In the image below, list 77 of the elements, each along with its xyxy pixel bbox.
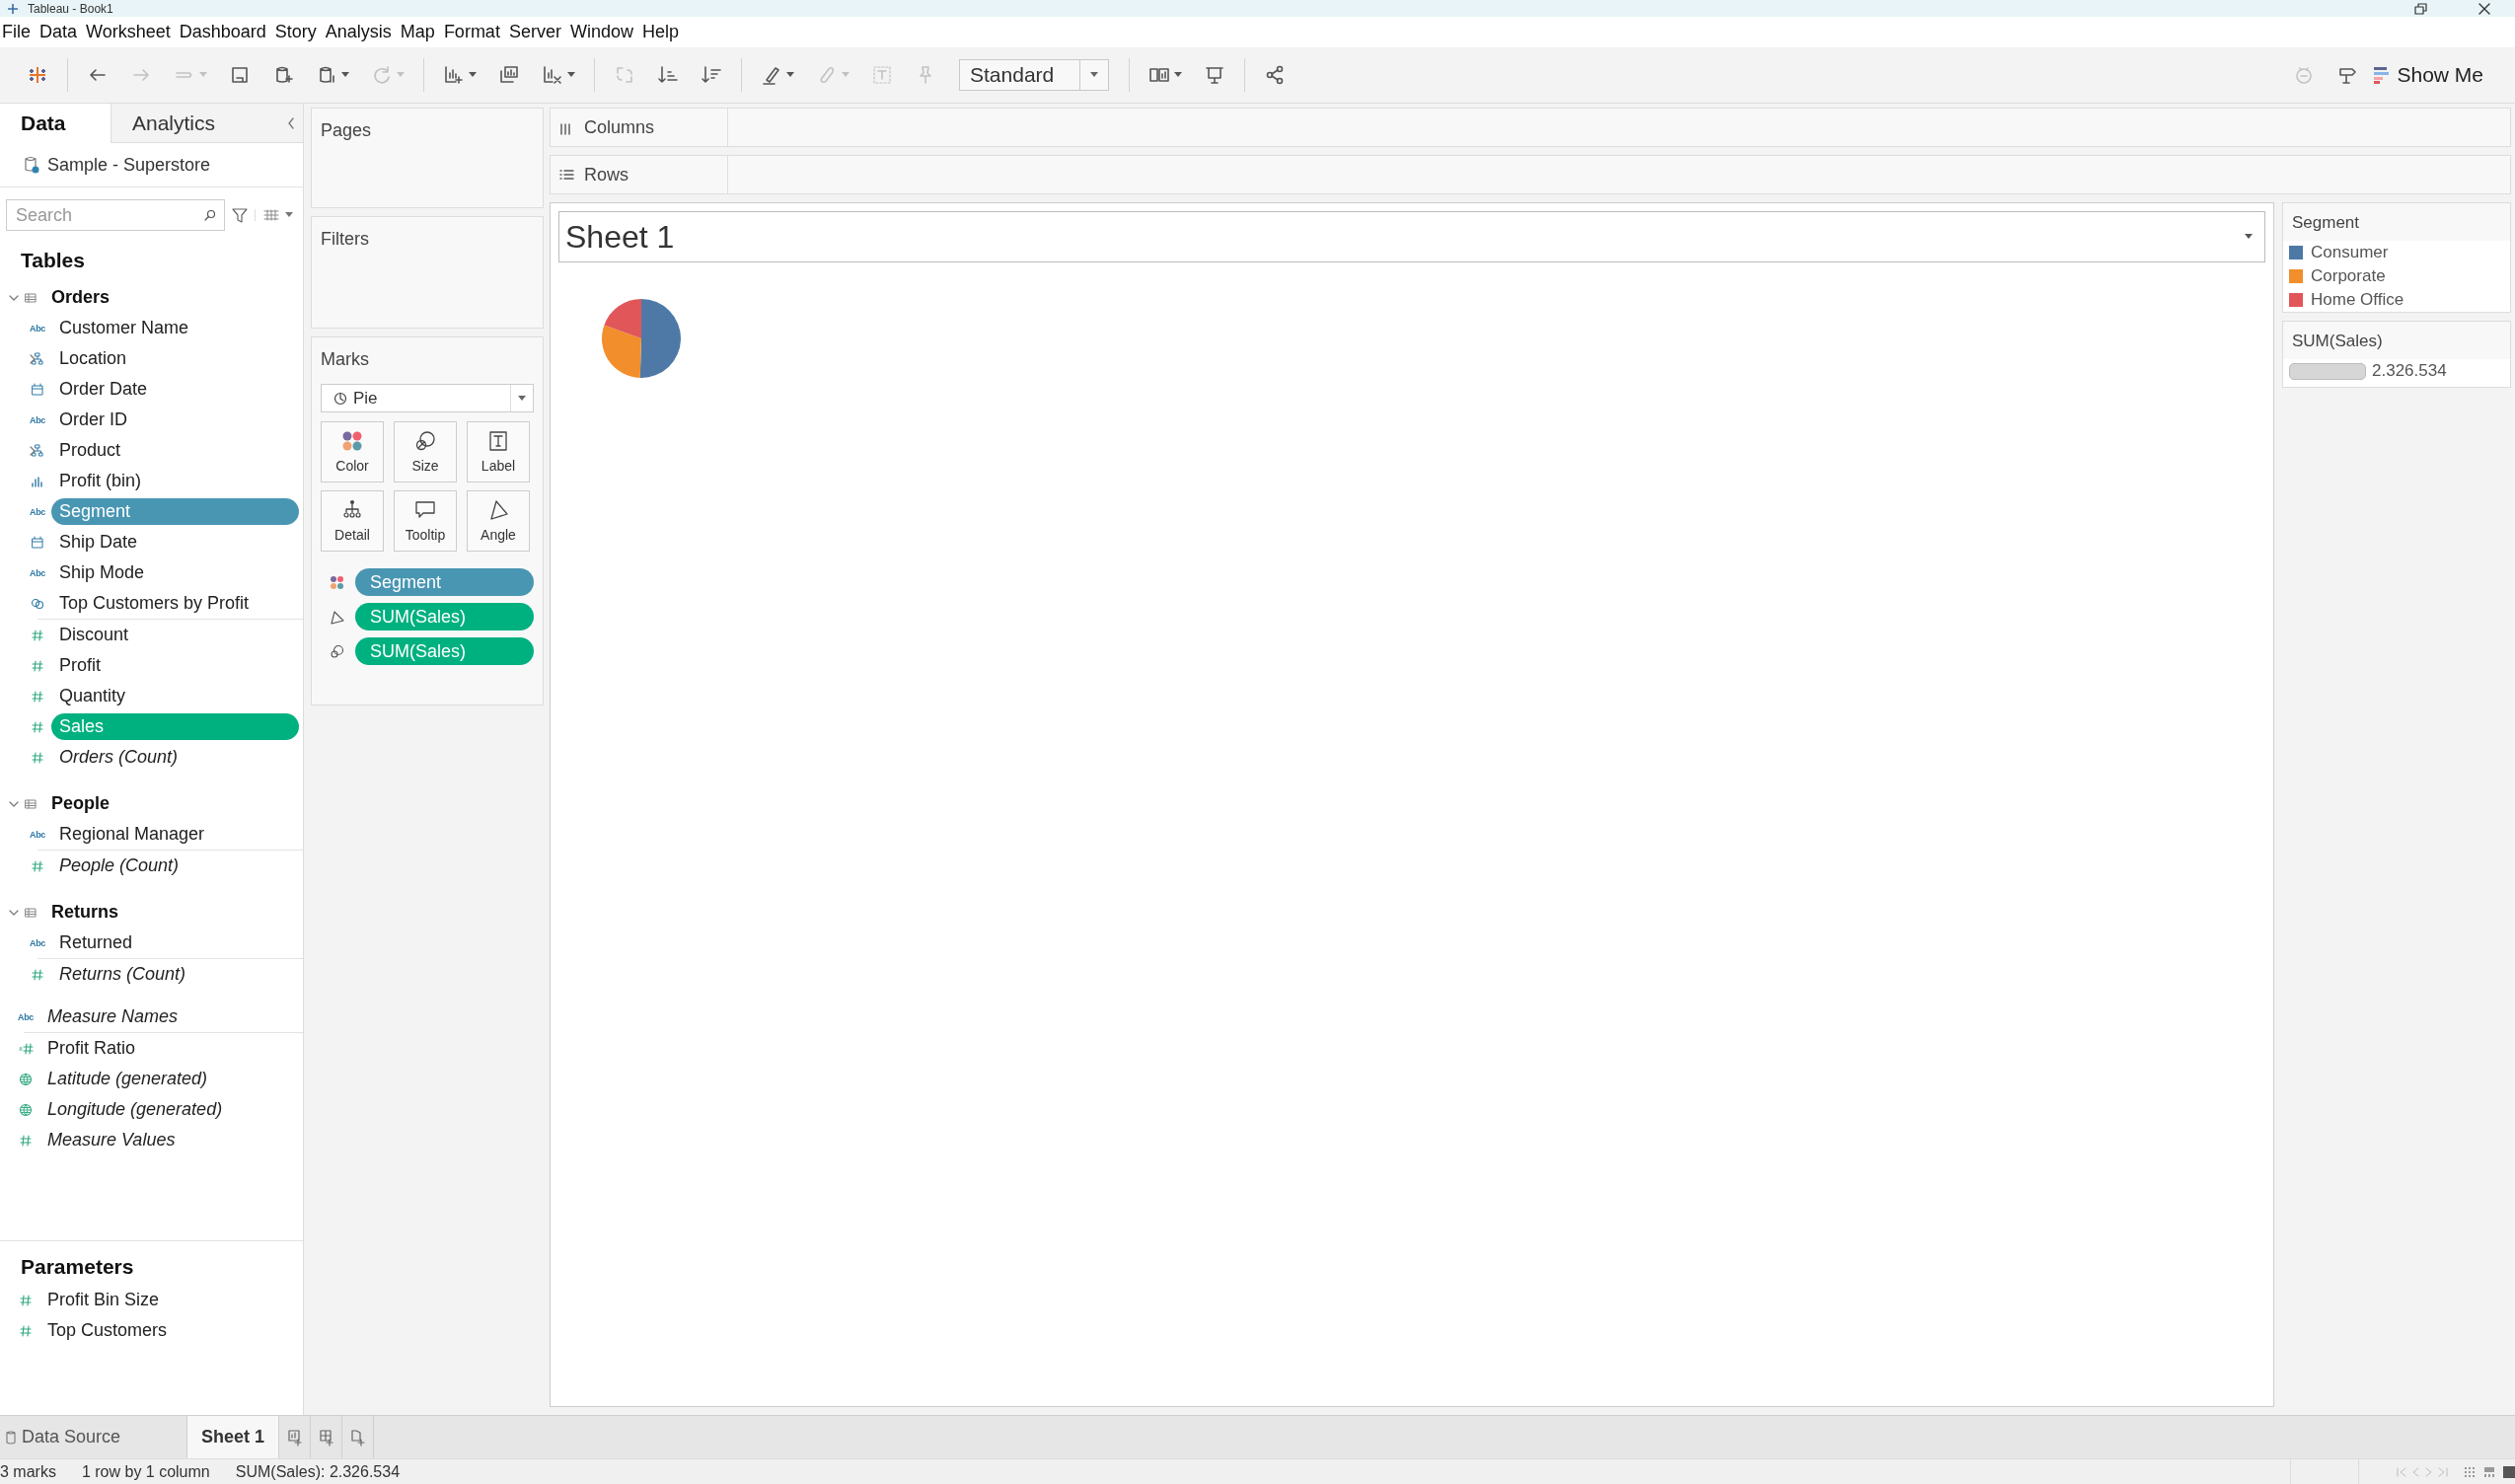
data-field[interactable]: Latitude (generated) xyxy=(39,1066,216,1092)
menu-item[interactable]: File xyxy=(0,22,37,42)
search-field[interactable]: Search xyxy=(6,199,225,231)
data-field[interactable]: Regional Manager xyxy=(51,821,213,848)
sheet-title: Sheet 1 xyxy=(565,218,675,256)
type-label: Abc xyxy=(29,414,46,425)
data-field[interactable]: Discount xyxy=(51,622,137,648)
legend-label[interactable]: Corporate xyxy=(2311,266,2386,286)
sheet-tab[interactable]: Sheet 1 xyxy=(187,1416,280,1458)
mark-property-button[interactable]: Label xyxy=(467,421,530,482)
shelf-label: Columns xyxy=(584,116,655,138)
data-field[interactable]: Profit Ratio xyxy=(39,1035,144,1062)
data-field[interactable]: Quantity xyxy=(51,683,134,709)
table-name[interactable]: People xyxy=(51,793,111,814)
parameter-field[interactable]: Profit Bin Size xyxy=(39,1287,168,1313)
mark-property-button[interactable]: Color xyxy=(321,421,384,482)
data-field[interactable]: Measure Values xyxy=(39,1127,184,1153)
mark-type-dropdown[interactable]: Pie xyxy=(321,384,534,412)
type-label: Abc xyxy=(29,567,46,578)
data-field[interactable]: Profit (bin) xyxy=(51,468,150,494)
type-label: Abc xyxy=(29,506,46,517)
pane-tab[interactable]: Analytics xyxy=(111,104,287,143)
fit-dropdown[interactable]: Standard xyxy=(959,59,1109,91)
data-field[interactable]: Profit xyxy=(51,652,109,679)
data-field[interactable]: Ship Mode xyxy=(51,559,153,586)
mark-property-button[interactable]: Angle xyxy=(467,490,530,552)
window-title: Tableau - Book1 xyxy=(28,1,113,16)
card-title: Marks xyxy=(320,348,370,370)
legend-label[interactable]: Consumer xyxy=(2311,243,2389,262)
table-name[interactable]: Returns xyxy=(51,902,118,923)
data-field[interactable]: Longitude (generated) xyxy=(39,1096,231,1123)
menu-item[interactable]: Story xyxy=(271,22,323,42)
section-heading: Tables xyxy=(20,248,86,273)
data-field[interactable]: Order Date xyxy=(51,376,156,403)
legend-title: Segment xyxy=(2283,203,2510,241)
type-label: Abc xyxy=(29,829,46,840)
show-me-button[interactable]: Show Me xyxy=(2369,63,2487,87)
menu-item[interactable]: Map xyxy=(397,22,441,42)
table-name[interactable]: Orders xyxy=(51,287,111,308)
data-field[interactable]: Orders (Count) xyxy=(51,744,186,771)
menu-item[interactable]: Analysis xyxy=(322,22,398,42)
datasource-name[interactable]: Sample - Superstore xyxy=(47,154,211,176)
data-field[interactable]: Order ID xyxy=(51,407,135,433)
mark-property-button[interactable]: Detail xyxy=(321,490,384,552)
type-label: Abc xyxy=(29,937,46,948)
data-field[interactable]: Measure Names xyxy=(39,1003,186,1030)
card-title: Pages xyxy=(320,119,373,141)
menu-item[interactable]: Dashboard xyxy=(176,22,272,42)
data-field[interactable]: Returned xyxy=(51,929,141,956)
parameter-field[interactable]: Top Customers xyxy=(39,1317,176,1344)
mark-property-button[interactable]: Size xyxy=(394,421,457,482)
data-field[interactable]: Customer Name xyxy=(51,315,197,341)
data-field[interactable]: Product xyxy=(51,437,129,464)
menu-item[interactable]: Format xyxy=(440,22,506,42)
menu-item[interactable]: Data xyxy=(37,22,84,42)
status-text: 1 row by 1 column xyxy=(81,1462,210,1481)
card-title: Filters xyxy=(320,228,370,250)
legend-label[interactable]: Home Office xyxy=(2311,290,2404,310)
data-field[interactable]: Location xyxy=(51,345,135,372)
legend-value: 2.326.534 xyxy=(2372,361,2447,381)
shelf-label: Rows xyxy=(584,164,629,186)
menu-item[interactable]: Help xyxy=(638,22,685,42)
type-label: Abc xyxy=(29,323,46,334)
type-label: Abc xyxy=(17,1011,35,1022)
status-text: SUM(Sales): 2.326.534 xyxy=(235,1462,401,1481)
pane-tab[interactable]: Data xyxy=(0,104,111,143)
menu-item[interactable]: Window xyxy=(566,22,639,42)
mark-property-button[interactable]: Tooltip xyxy=(394,490,457,552)
legend-title: SUM(Sales) xyxy=(2283,322,2510,359)
data-field[interactable]: Ship Date xyxy=(51,529,146,556)
data-field[interactable]: Top Customers by Profit xyxy=(51,590,258,617)
data-field[interactable]: Returns (Count) xyxy=(51,961,194,988)
status-text: 3 marks xyxy=(0,1462,56,1481)
section-heading: Parameters xyxy=(20,1254,135,1280)
data-field[interactable]: People (Count) xyxy=(51,853,187,879)
menu-item[interactable]: Server xyxy=(505,22,567,42)
menu-item[interactable]: Worksheet xyxy=(83,22,177,42)
